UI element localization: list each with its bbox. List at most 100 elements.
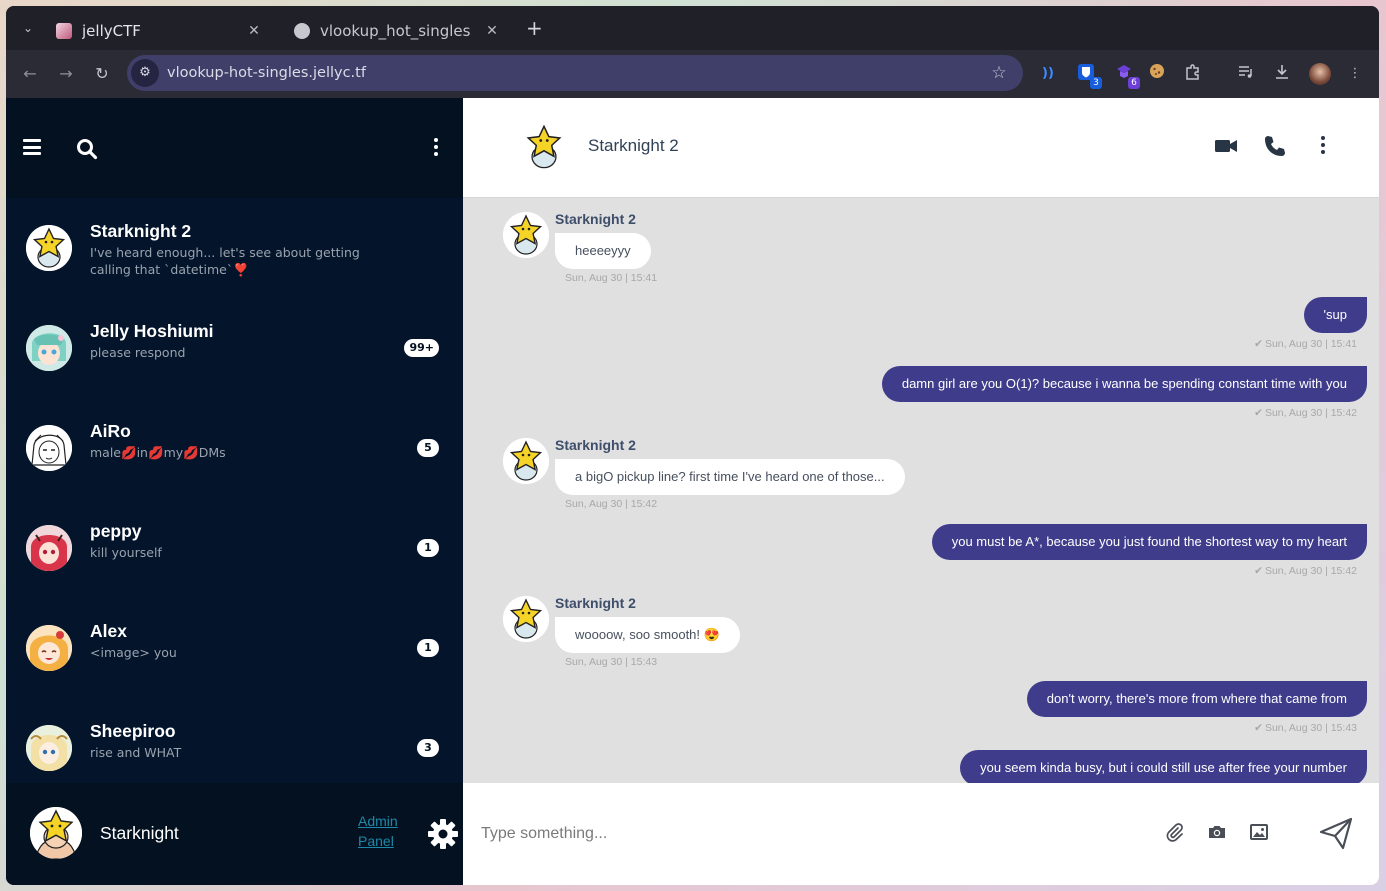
conversation-name: AiRo (90, 421, 131, 441)
conversation-name: Alex (90, 621, 127, 641)
vpn-badge: 6 (1128, 77, 1140, 89)
tab-close-icon[interactable]: ✕ (484, 23, 500, 39)
unread-badge: 3 (417, 739, 439, 757)
avatar (26, 525, 72, 571)
tab-title: vlookup_hot_singles (320, 22, 471, 40)
vpn-extension-icon[interactable]: 6 (1113, 63, 1140, 89)
camera-icon[interactable] (1206, 821, 1228, 843)
sender-avatar (503, 438, 549, 484)
cookie-extension-icon[interactable] (1146, 63, 1168, 85)
browser-menu-kebab-icon[interactable]: ⋮ (1344, 63, 1366, 85)
conversation-item-peppy[interactable]: peppy kill yourself 1 (6, 498, 463, 598)
chat-more-icon[interactable] (1320, 136, 1326, 156)
message-bubble-outgoing[interactable]: damn girl are you O(1)? because i wanna … (881, 366, 1367, 402)
conversation-item-airo[interactable]: AiRo male💋in💋my💋DMs 5 (6, 398, 463, 498)
sender-avatar (503, 596, 549, 642)
message-timestamp: Sun, Aug 30 | 15:42 (565, 498, 658, 510)
download-icon[interactable] (1271, 63, 1293, 85)
bitwarden-badge: 3 (1090, 77, 1102, 89)
gear-icon[interactable] (427, 818, 459, 850)
sender-avatar (503, 212, 549, 258)
check-icon: ✔ (1254, 565, 1263, 577)
current-user-bar: Starknight Admin Panel (6, 783, 463, 885)
avatar (26, 225, 72, 271)
unread-badge: 5 (417, 439, 439, 457)
globe-icon (294, 23, 310, 39)
current-user-avatar[interactable] (30, 807, 82, 859)
message-bubble-outgoing[interactable]: you must be A*, because you just found t… (931, 524, 1367, 560)
conversation-preview: male💋in💋my💋DMs (90, 445, 226, 460)
tab-search-chevron-icon[interactable]: ⌄ (18, 18, 38, 38)
heart-exclamation-icon: ❣️ (233, 262, 249, 277)
bitwarden-extension-icon[interactable]: 3 (1075, 63, 1102, 89)
message-sender: Starknight 2 (555, 595, 636, 611)
conversation-name: Sheepiroo (90, 721, 176, 741)
url-text[interactable]: vlookup-hot-singles.jellyc.tf (167, 65, 987, 81)
message-bubble-incoming[interactable]: heeeeyyy (555, 233, 651, 269)
message-timestamp: Sun, Aug 30 | 15:43 (565, 656, 658, 668)
check-icon: ✔ (1254, 407, 1263, 419)
message-bubble-incoming[interactable]: a bigO pickup line? first time I've hear… (555, 459, 905, 495)
message-input[interactable] (481, 815, 1121, 853)
admin-panel-link[interactable]: Admin Panel (358, 811, 408, 851)
conversation-item-alex[interactable]: Alex <image> you 1 (6, 598, 463, 698)
message-list: Starknight 2 heeeeyyy Sun, Aug 30 | 15:4… (463, 199, 1379, 783)
message-bubble-outgoing[interactable]: don't worry, there's more from where tha… (1026, 681, 1367, 717)
site-settings-icon[interactable]: ⚙ (131, 59, 159, 87)
jellyctf-favicon-icon (56, 23, 72, 39)
avatar (26, 725, 72, 771)
send-icon[interactable] (1318, 815, 1354, 851)
conversation-item-starknight-2[interactable]: Starknight 2 I've heard enough... let's … (6, 198, 463, 298)
conversation-preview: <image> you (90, 645, 177, 660)
message-composer (463, 783, 1379, 885)
paperclip-icon[interactable] (1163, 821, 1185, 843)
message-timestamp: ✔ Sun, Aug 30 | 15:43 (1254, 722, 1357, 734)
kiss-mark-icon: 💋 (147, 445, 164, 460)
conversation-preview: I've heard enough... let's see about get… (90, 245, 360, 277)
tab-jellyctf[interactable]: jellyCTF ✕ (44, 12, 274, 50)
video-call-icon[interactable] (1213, 134, 1239, 158)
chat-app: Starknight 2 I've heard enough... let's … (6, 98, 1379, 885)
chat-header: Starknight 2 (463, 98, 1379, 198)
conversation-preview: please respond (90, 345, 186, 360)
phone-call-icon[interactable] (1263, 134, 1289, 158)
image-icon[interactable] (1248, 821, 1270, 843)
kiss-mark-icon: 💋 (121, 445, 137, 460)
media-controls-icon[interactable] (1235, 63, 1257, 85)
kiss-mark-icon: 💋 (183, 445, 199, 460)
reload-icon[interactable]: ↻ (90, 62, 114, 86)
message-sender: Starknight 2 (555, 437, 636, 453)
sidebar-header (6, 98, 463, 198)
back-arrow-icon[interactable]: ← (18, 62, 42, 86)
bookmark-star-icon[interactable]: ☆ (987, 63, 1011, 83)
profile-avatar[interactable] (1309, 63, 1331, 85)
tab-strip: ⌄ jellyCTF ✕ vlookup_hot_singles ✕ + (6, 6, 1379, 50)
hamburger-menu-icon[interactable] (23, 139, 41, 155)
address-bar[interactable]: ⚙ vlookup-hot-singles.jellyc.tf ☆ (127, 55, 1023, 91)
search-icon[interactable] (76, 138, 98, 160)
audio-extension-icon[interactable]: )) (1037, 63, 1059, 85)
sidebar-more-icon[interactable] (433, 138, 439, 158)
avatar (26, 325, 72, 371)
unread-badge: 99+ (404, 339, 439, 357)
message-bubble-incoming[interactable]: woooow, soo smooth! 😍 (555, 617, 740, 653)
forward-arrow-icon[interactable]: → (54, 62, 78, 86)
conversation-preview: kill yourself (90, 545, 162, 560)
browser-window: ⌄ jellyCTF ✕ vlookup_hot_singles ✕ + ← →… (6, 6, 1379, 885)
message-bubble-outgoing[interactable]: you seem kinda busy, but i could still u… (960, 750, 1367, 783)
tab-close-icon[interactable]: ✕ (246, 23, 262, 39)
conversation-item-jelly-hoshiumi[interactable]: Jelly Hoshiumi please respond 99+ (6, 298, 463, 398)
extensions-puzzle-icon[interactable] (1182, 63, 1204, 85)
message-bubble-outgoing[interactable]: 'sup (1303, 297, 1367, 333)
conversation-preview: rise and WHAT (90, 745, 182, 760)
message-timestamp: ✔ Sun, Aug 30 | 15:42 (1254, 407, 1357, 419)
contact-avatar[interactable] (519, 122, 569, 172)
tab-vlookup-hot-singles[interactable]: vlookup_hot_singles ✕ (282, 12, 512, 50)
new-tab-button[interactable]: + (526, 18, 543, 38)
conversation-list: Starknight 2 I've heard enough... let's … (6, 198, 463, 783)
message-timestamp: ✔ Sun, Aug 30 | 15:42 (1254, 565, 1357, 577)
contact-name: Starknight 2 (588, 136, 679, 155)
sidebar: Starknight 2 I've heard enough... let's … (6, 98, 463, 885)
message-timestamp: ✔ Sun, Aug 30 | 15:41 (1254, 338, 1357, 350)
avatar (26, 425, 72, 471)
